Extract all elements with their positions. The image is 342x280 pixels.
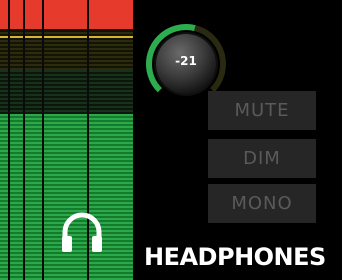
knob-value: -21 [175,54,197,68]
meter-divider [42,0,44,280]
meter-signal-band [0,114,133,280]
section-label: HEADPHONES [144,243,326,271]
mute-button[interactable]: MUTE [208,91,316,130]
headphones-icon [62,212,102,252]
meter-peak-marker [0,36,133,38]
meter-divider [8,0,10,280]
mono-button[interactable]: MONO [208,184,316,223]
meter-dim-band [0,70,133,114]
meter-divider [23,0,25,280]
dim-button[interactable]: DIM [208,139,316,178]
